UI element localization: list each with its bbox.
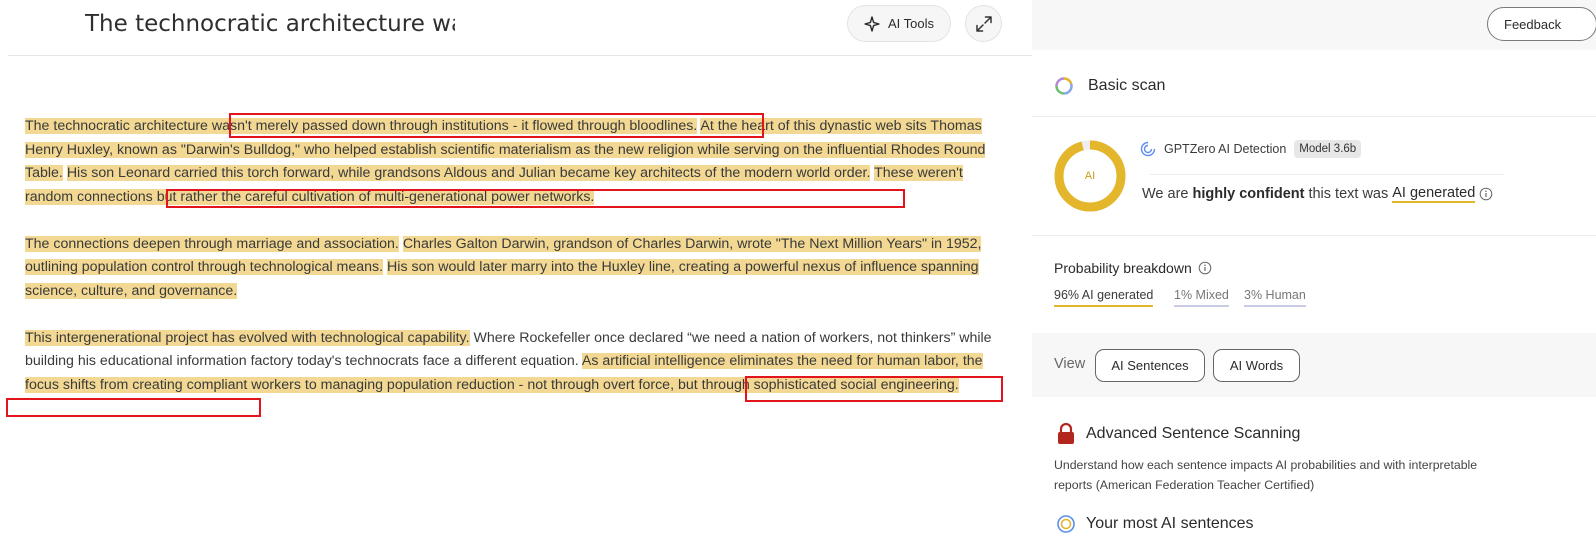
- advanced-scanning-header[interactable]: Advanced Sentence Scanning: [1056, 423, 1300, 445]
- expand-button[interactable]: [965, 5, 1002, 42]
- ai-tools-button[interactable]: AI Tools: [847, 5, 951, 42]
- document-body[interactable]: The technocratic architecture wasn't mer…: [25, 115, 1010, 421]
- prob-mixed[interactable]: 1% Mixed: [1174, 288, 1229, 307]
- document-paragraph: The technocratic architecture wasn't mer…: [25, 115, 1010, 209]
- confidence-mid: this text was: [1308, 186, 1389, 202]
- probability-breakdown-title: Probability breakdown: [1054, 260, 1212, 276]
- lock-icon: [1058, 423, 1074, 444]
- most-ai-sentences-header[interactable]: Your most AI sentences: [1056, 514, 1254, 534]
- gptzero-logo-icon: [1057, 515, 1075, 533]
- basic-scan-header[interactable]: Basic scan: [1032, 60, 1596, 112]
- document-editor: The technocratic architecture wasn't mer…: [0, 0, 1032, 559]
- advanced-title: Advanced Sentence Scanning: [1086, 425, 1301, 442]
- feedback-button[interactable]: Feedback: [1487, 7, 1596, 41]
- prob-human[interactable]: 3% Human: [1244, 288, 1306, 307]
- gptzero-logo-icon: [1140, 141, 1156, 157]
- ai-highlighted-sentence[interactable]: The technocratic architecture: [25, 118, 212, 134]
- ai-tools-label: AI Tools: [887, 16, 934, 31]
- confidence-statement: We are highly confident this text was AI…: [1142, 185, 1493, 203]
- ai-words-button[interactable]: AI Words: [1213, 349, 1300, 382]
- scan-ring-icon: [1055, 77, 1073, 95]
- editor-divider: [8, 55, 1032, 56]
- ai-sentences-button[interactable]: AI Sentences: [1095, 349, 1205, 382]
- prob-ai-generated[interactable]: 96% AI generated: [1054, 288, 1154, 307]
- detection-panel: Feedback Basic scan AI GPTZero AI Detect…: [1032, 0, 1596, 559]
- ai-highlighted-sentence[interactable]: His son Leonard carried this torch forwa…: [66, 165, 871, 181]
- model-badge: Model 3.6b: [1294, 140, 1362, 158]
- document-paragraph: The connections deepen through marriage …: [25, 233, 1010, 304]
- ai-highlighted-sentence[interactable]: The connections deepen through marriage …: [25, 235, 399, 252]
- detector-row: GPTZero AI Detection Model 3.6b: [1140, 140, 1362, 158]
- info-icon[interactable]: [1198, 261, 1212, 275]
- view-label: View: [1054, 356, 1086, 372]
- document-title[interactable]: The technocratic architecture wasn't mer…: [85, 8, 455, 40]
- divider: [1150, 174, 1504, 175]
- ai-highlighted-sentence[interactable]: wasn't merely passed down through instit…: [211, 118, 698, 134]
- info-icon[interactable]: [1479, 187, 1493, 201]
- sparkle-icon: [864, 15, 880, 32]
- document-paragraph: This intergenerational project has evolv…: [25, 327, 1010, 398]
- probability-title-text: Probability breakdown: [1054, 260, 1192, 276]
- most-ai-title: Your most AI sentences: [1086, 515, 1254, 532]
- expand-icon: [975, 15, 992, 32]
- divider: [1032, 116, 1596, 117]
- confidence-prefix: We are: [1142, 186, 1189, 202]
- gauge-label: AI: [1084, 170, 1096, 182]
- confidence-level: highly confident: [1192, 186, 1305, 202]
- advanced-description: Understand how each sentence impacts AI …: [1054, 458, 1478, 492]
- confidence-result[interactable]: AI generated: [1392, 185, 1476, 203]
- ai-highlighted-sentence[interactable]: This intergenerational project has evolv…: [25, 329, 470, 346]
- basic-scan-label: Basic scan: [1088, 77, 1166, 94]
- detector-name: GPTZero AI Detection: [1164, 142, 1287, 156]
- divider: [1032, 235, 1596, 236]
